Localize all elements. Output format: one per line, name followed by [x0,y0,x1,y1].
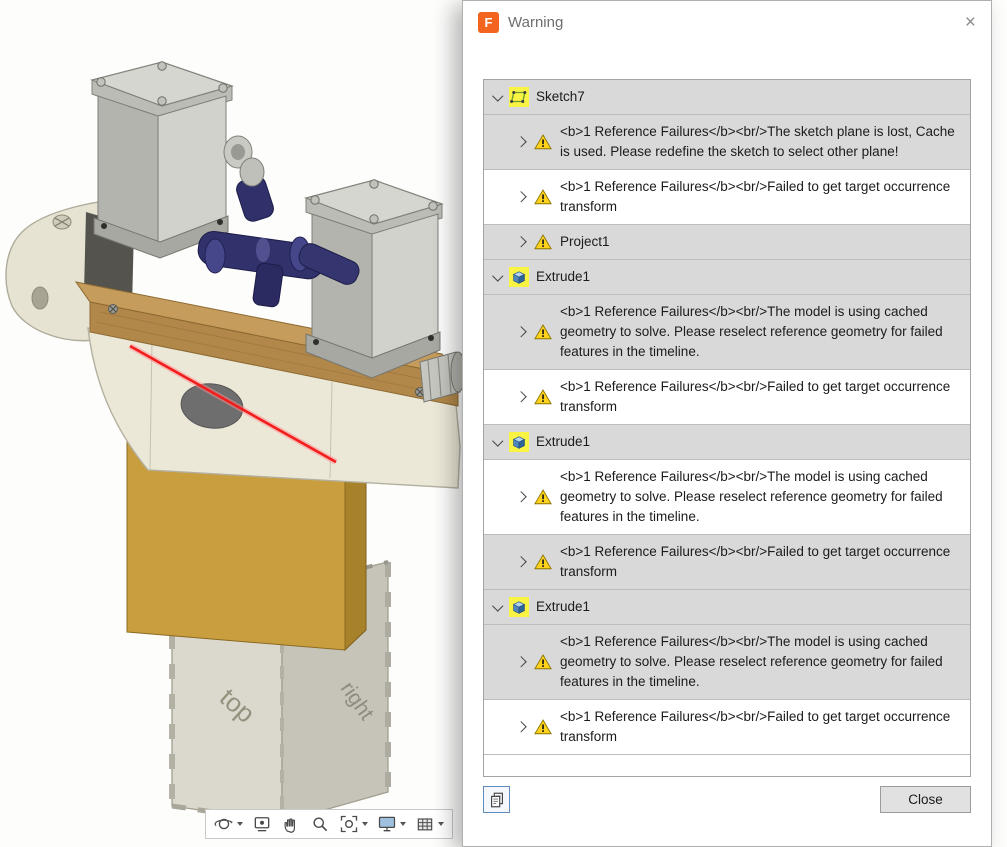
row-label: Extrude1 [536,434,591,449]
copy-to-clipboard-button[interactable] [483,786,510,813]
zoom-tool-button[interactable] [306,811,334,837]
row-label: Project1 [560,234,610,249]
dialog-title: Warning [508,13,564,31]
fit-tool-button[interactable] [335,811,372,837]
look-at-tool-button[interactable] [248,811,276,837]
chevron-down-icon[interactable] [490,95,506,100]
feature-item-row[interactable]: Project1 [484,225,970,260]
chevron-right-icon[interactable] [514,328,530,336]
warning-group-row[interactable]: Extrude1 [484,260,970,295]
warning-item-row[interactable]: <b>1 Reference Failures</b><br/>Failed t… [484,170,970,225]
warning-message-text: <b>1 Reference Failures</b><br/>The mode… [560,469,943,524]
chevron-right-icon[interactable] [514,238,530,246]
warning-item-row[interactable]: <b>1 Reference Failures</b><br/>Failed t… [484,535,970,590]
warning-icon [533,132,553,152]
warning-message-text: <b>1 Reference Failures</b><br/>Failed t… [560,544,951,579]
orbit-icon [214,818,233,830]
display-settings-icon [378,816,396,832]
dialog-titlebar[interactable]: F Warning × [463,1,991,43]
row-label: Extrude1 [536,599,591,614]
warning-item-row[interactable]: <b>1 Reference Failures</b><br/>The mode… [484,295,970,370]
warning-message-text: <b>1 Reference Failures</b><br/>Failed t… [560,179,951,214]
chevron-down-icon[interactable] [490,605,506,610]
copy-icon [490,792,503,807]
chevron-down-icon[interactable] [490,440,506,445]
chevron-right-icon[interactable] [514,393,530,401]
chevron-right-icon[interactable] [514,723,530,731]
dropdown-caret-icon[interactable] [400,822,406,826]
warning-message-text: <b>1 Reference Failures</b><br/>The mode… [560,304,943,359]
chevron-right-icon[interactable] [514,493,530,501]
warning-icon [533,652,553,672]
look-at-icon [254,817,270,832]
row-label: Sketch7 [536,89,585,104]
warning-icon [533,187,553,207]
warning-item-row[interactable]: <b>1 Reference Failures</b><br/>The mode… [484,460,970,535]
grid-settings-tool-button[interactable] [411,811,448,837]
extrude-icon [509,432,529,452]
chevron-right-icon[interactable] [514,658,530,666]
warning-icon [533,552,553,572]
zoom-icon [313,817,328,832]
warning-group-row[interactable]: Sketch7 [484,80,970,115]
grid-settings-icon [417,818,433,831]
dropdown-caret-icon[interactable] [438,822,444,826]
warning-message-text: <b>1 Reference Failures</b><br/>Failed t… [560,709,951,744]
chevron-down-icon[interactable] [490,275,506,280]
dropdown-caret-icon[interactable] [362,822,368,826]
warning-message-text: <b>1 Reference Failures</b><br/>The sket… [560,124,955,159]
fit-icon [340,815,358,833]
sketch-icon [509,87,529,107]
warning-icon [533,232,553,252]
warning-icon [533,487,553,507]
close-button[interactable]: Close [880,786,971,813]
chevron-right-icon[interactable] [514,138,530,146]
warning-icon [533,717,553,737]
fusion-logo-icon: F [478,11,499,33]
display-settings-tool-button[interactable] [373,811,410,837]
orbit-tool-button[interactable] [210,811,247,837]
extrude-icon [509,597,529,617]
warning-item-row[interactable]: <b>1 Reference Failures</b><br/>Failed t… [484,700,970,755]
warning-item-row[interactable]: <b>1 Reference Failures</b><br/>The mode… [484,625,970,700]
warning-group-row[interactable]: Extrude1 [484,590,970,625]
warning-message-text: <b>1 Reference Failures</b><br/>Failed t… [560,379,951,414]
warning-icon [533,387,553,407]
warning-dialog: F Warning × Sketch7 <b>1 Reference Failur… [462,0,992,847]
row-label: Extrude1 [536,269,591,284]
close-icon[interactable]: × [965,13,976,32]
warning-item-row[interactable]: <b>1 Reference Failures</b><br/>Failed t… [484,370,970,425]
warning-icon [533,322,553,342]
model-3d-canvas[interactable]: top right [0,0,462,847]
pan-tool-button[interactable] [277,811,305,837]
chevron-right-icon[interactable] [514,558,530,566]
nav-toolbar [205,809,453,839]
warning-message-text: <b>1 Reference Failures</b><br/>The mode… [560,634,943,689]
dropdown-caret-icon[interactable] [237,822,243,826]
extrude-icon [509,267,529,287]
warning-item-row[interactable]: <b>1 Reference Failures</b><br/>The sket… [484,115,970,170]
chevron-right-icon[interactable] [514,193,530,201]
warning-list[interactable]: Sketch7 <b>1 Reference Failures</b><br/>T… [483,79,971,777]
left-motor [89,61,253,259]
warning-group-row[interactable]: Extrude1 [484,425,970,460]
pan-icon [284,818,295,833]
